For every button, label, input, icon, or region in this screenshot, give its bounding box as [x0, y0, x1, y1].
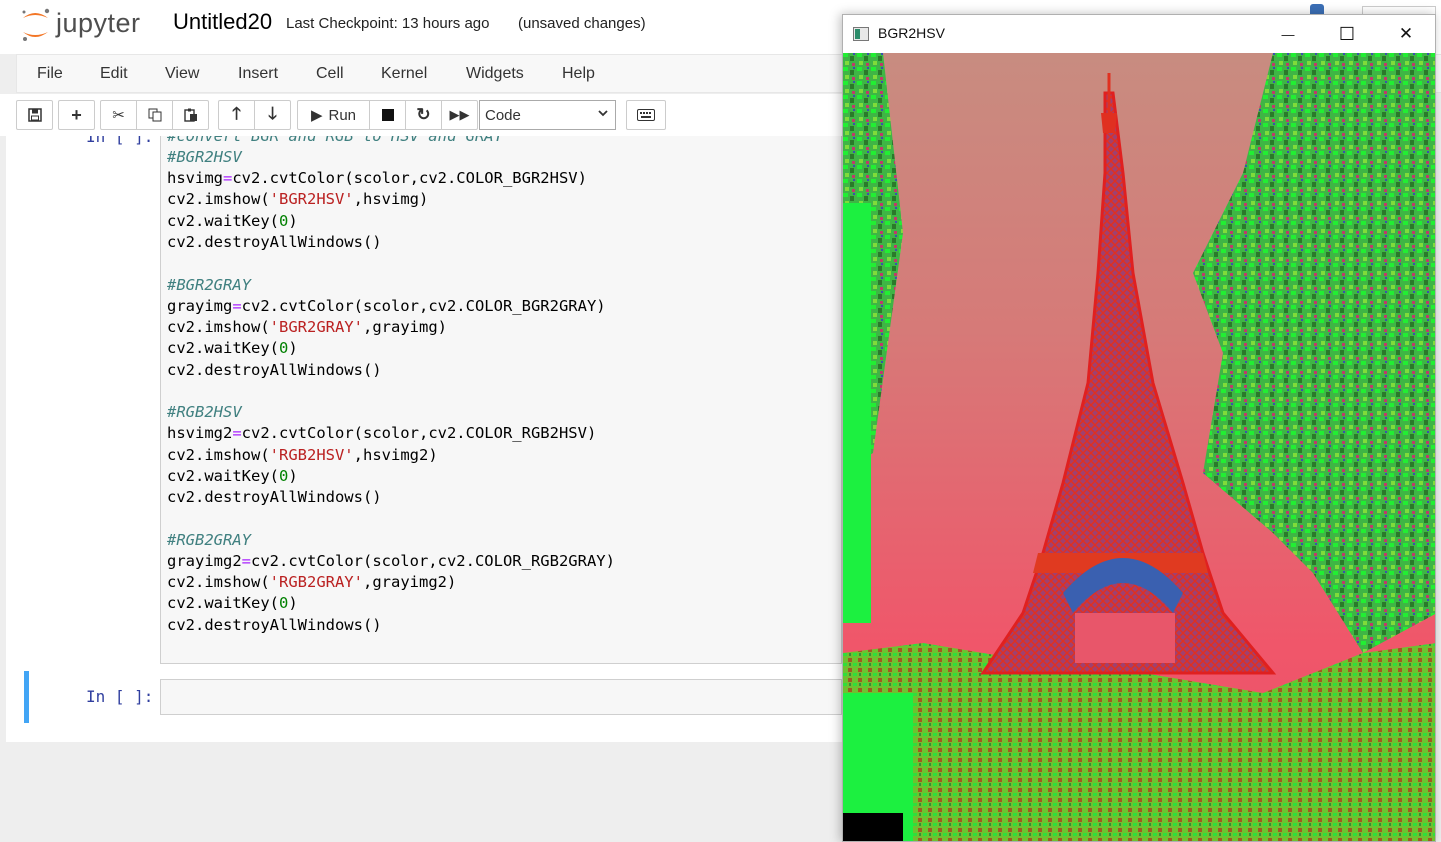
- window-titlebar[interactable]: BGR2HSV — ☐ ✕: [843, 15, 1435, 53]
- arrow-up-icon: 🡑: [232, 103, 241, 123]
- eiffel-tower-hsv-image: [843, 53, 1435, 841]
- code-line-destroy: cv2.destroyAllWindows(): [167, 233, 382, 251]
- scissors-icon: ✂: [112, 107, 125, 124]
- cell-type-value: Code: [485, 107, 521, 124]
- code-line-waitkey: cv2.waitKey(0): [167, 467, 298, 485]
- restart-icon: ↻: [416, 105, 431, 124]
- move-up-button[interactable]: 🡑: [218, 100, 255, 130]
- code-line-imshow: cv2.imshow('BGR2GRAY',grayimg): [167, 318, 447, 336]
- minimize-button[interactable]: —: [1259, 15, 1317, 53]
- copy-button[interactable]: [136, 100, 173, 130]
- stop-icon: [381, 109, 394, 121]
- close-icon: ✕: [1398, 24, 1414, 43]
- hsv-image-display: [843, 53, 1435, 841]
- menu-insert[interactable]: Insert: [238, 65, 278, 83]
- code-line-cvtcolor: grayimg=cv2.cvtColor(scolor,cv2.COLOR_BG…: [167, 297, 606, 315]
- code-comment: #RGB2HSV: [167, 403, 242, 421]
- minimize-icon: —: [1281, 26, 1295, 42]
- interrupt-button[interactable]: [369, 100, 406, 130]
- chevron-down-icon: [598, 110, 608, 117]
- cut-button[interactable]: ✂: [100, 100, 137, 130]
- fast-forward-icon: ▶▶: [449, 107, 470, 122]
- background-window-edge: [1310, 0, 1441, 14]
- logo-text: jupyter: [56, 8, 141, 38]
- insert-cell-button[interactable]: +: [58, 100, 95, 130]
- maximize-icon: ☐: [1338, 23, 1356, 44]
- cell-type-select[interactable]: Code: [479, 100, 616, 130]
- code-comment: #BGR2HSV: [167, 148, 242, 166]
- run-label: Run: [328, 106, 357, 124]
- window-title: BGR2HSV: [878, 25, 945, 41]
- code-line-cvtcolor: grayimg2=cv2.cvtColor(scolor,cv2.COLOR_R…: [167, 552, 615, 570]
- code-line-waitkey: cv2.waitKey(0): [167, 339, 298, 357]
- code-line-destroy: cv2.destroyAllWindows(): [167, 488, 382, 506]
- menu-help[interactable]: Help: [562, 65, 595, 83]
- code-line-waitkey: cv2.waitKey(0): [167, 594, 298, 612]
- paste-icon: [183, 108, 197, 122]
- code-comment: #BGR2GRAY: [167, 276, 251, 294]
- code-line-cvtcolor: hsvimg=cv2.cvtColor(scolor,cv2.COLOR_BGR…: [167, 169, 587, 187]
- paste-button[interactable]: [172, 100, 209, 130]
- jupyter-logo-icon: [22, 8, 50, 41]
- code-line-imshow: cv2.imshow('RGB2GRAY',grayimg2): [167, 573, 457, 591]
- window-app-icon: [853, 27, 869, 41]
- notebook-name[interactable]: Untitled20: [173, 9, 272, 35]
- restart-button[interactable]: ↻: [405, 100, 442, 130]
- menu-view[interactable]: View: [165, 65, 199, 83]
- code-line-destroy: cv2.destroyAllWindows(): [167, 361, 382, 379]
- cell-prompt: In [ ]:: [86, 687, 154, 706]
- menu-edit[interactable]: Edit: [100, 65, 128, 83]
- jupyter-logo[interactable]: jupyter: [20, 6, 155, 46]
- empty-code-cell-input[interactable]: [160, 679, 842, 715]
- move-down-button[interactable]: 🡓: [254, 100, 291, 130]
- menu-file[interactable]: File: [37, 65, 63, 83]
- save-button[interactable]: [16, 100, 53, 130]
- menu-widgets[interactable]: Widgets: [466, 65, 524, 83]
- copy-icon: [148, 108, 161, 122]
- code-line-destroy: cv2.destroyAllWindows(): [167, 616, 382, 634]
- toolbar: + ✂ 🡑 🡓 ▶ Run ↻ ▶▶: [0, 94, 842, 136]
- play-icon: ▶: [310, 107, 323, 124]
- run-button[interactable]: ▶ Run: [297, 100, 370, 130]
- menu-kernel[interactable]: Kernel: [381, 65, 427, 83]
- checkpoint-status: Last Checkpoint: 13 hours ago: [286, 15, 490, 32]
- maximize-button[interactable]: ☐: [1318, 15, 1376, 53]
- opencv-image-window[interactable]: BGR2HSV — ☐ ✕: [842, 14, 1436, 842]
- code-line-imshow: cv2.imshow('RGB2HSV',hsvimg2): [167, 446, 438, 464]
- code-line-waitkey: cv2.waitKey(0): [167, 212, 298, 230]
- code-line-imshow: cv2.imshow('BGR2HSV',hsvimg): [167, 190, 429, 208]
- arrow-down-icon: 🡓: [268, 103, 277, 123]
- close-button[interactable]: ✕: [1377, 15, 1435, 53]
- command-palette-button[interactable]: [626, 100, 666, 130]
- save-status: (unsaved changes): [518, 15, 646, 32]
- keyboard-icon: [637, 109, 655, 121]
- code-comment: #RGB2GRAY: [167, 531, 251, 549]
- restart-run-all-button[interactable]: ▶▶: [441, 100, 478, 130]
- save-icon: [27, 108, 42, 122]
- menu-cell[interactable]: Cell: [316, 65, 344, 83]
- plus-icon: +: [71, 104, 82, 125]
- code-line-cvtcolor: hsvimg2=cv2.cvtColor(scolor,cv2.COLOR_RG…: [167, 424, 597, 442]
- code-cell-input[interactable]: #convert BGR and RGB to HSV and GRAY #BG…: [160, 123, 842, 664]
